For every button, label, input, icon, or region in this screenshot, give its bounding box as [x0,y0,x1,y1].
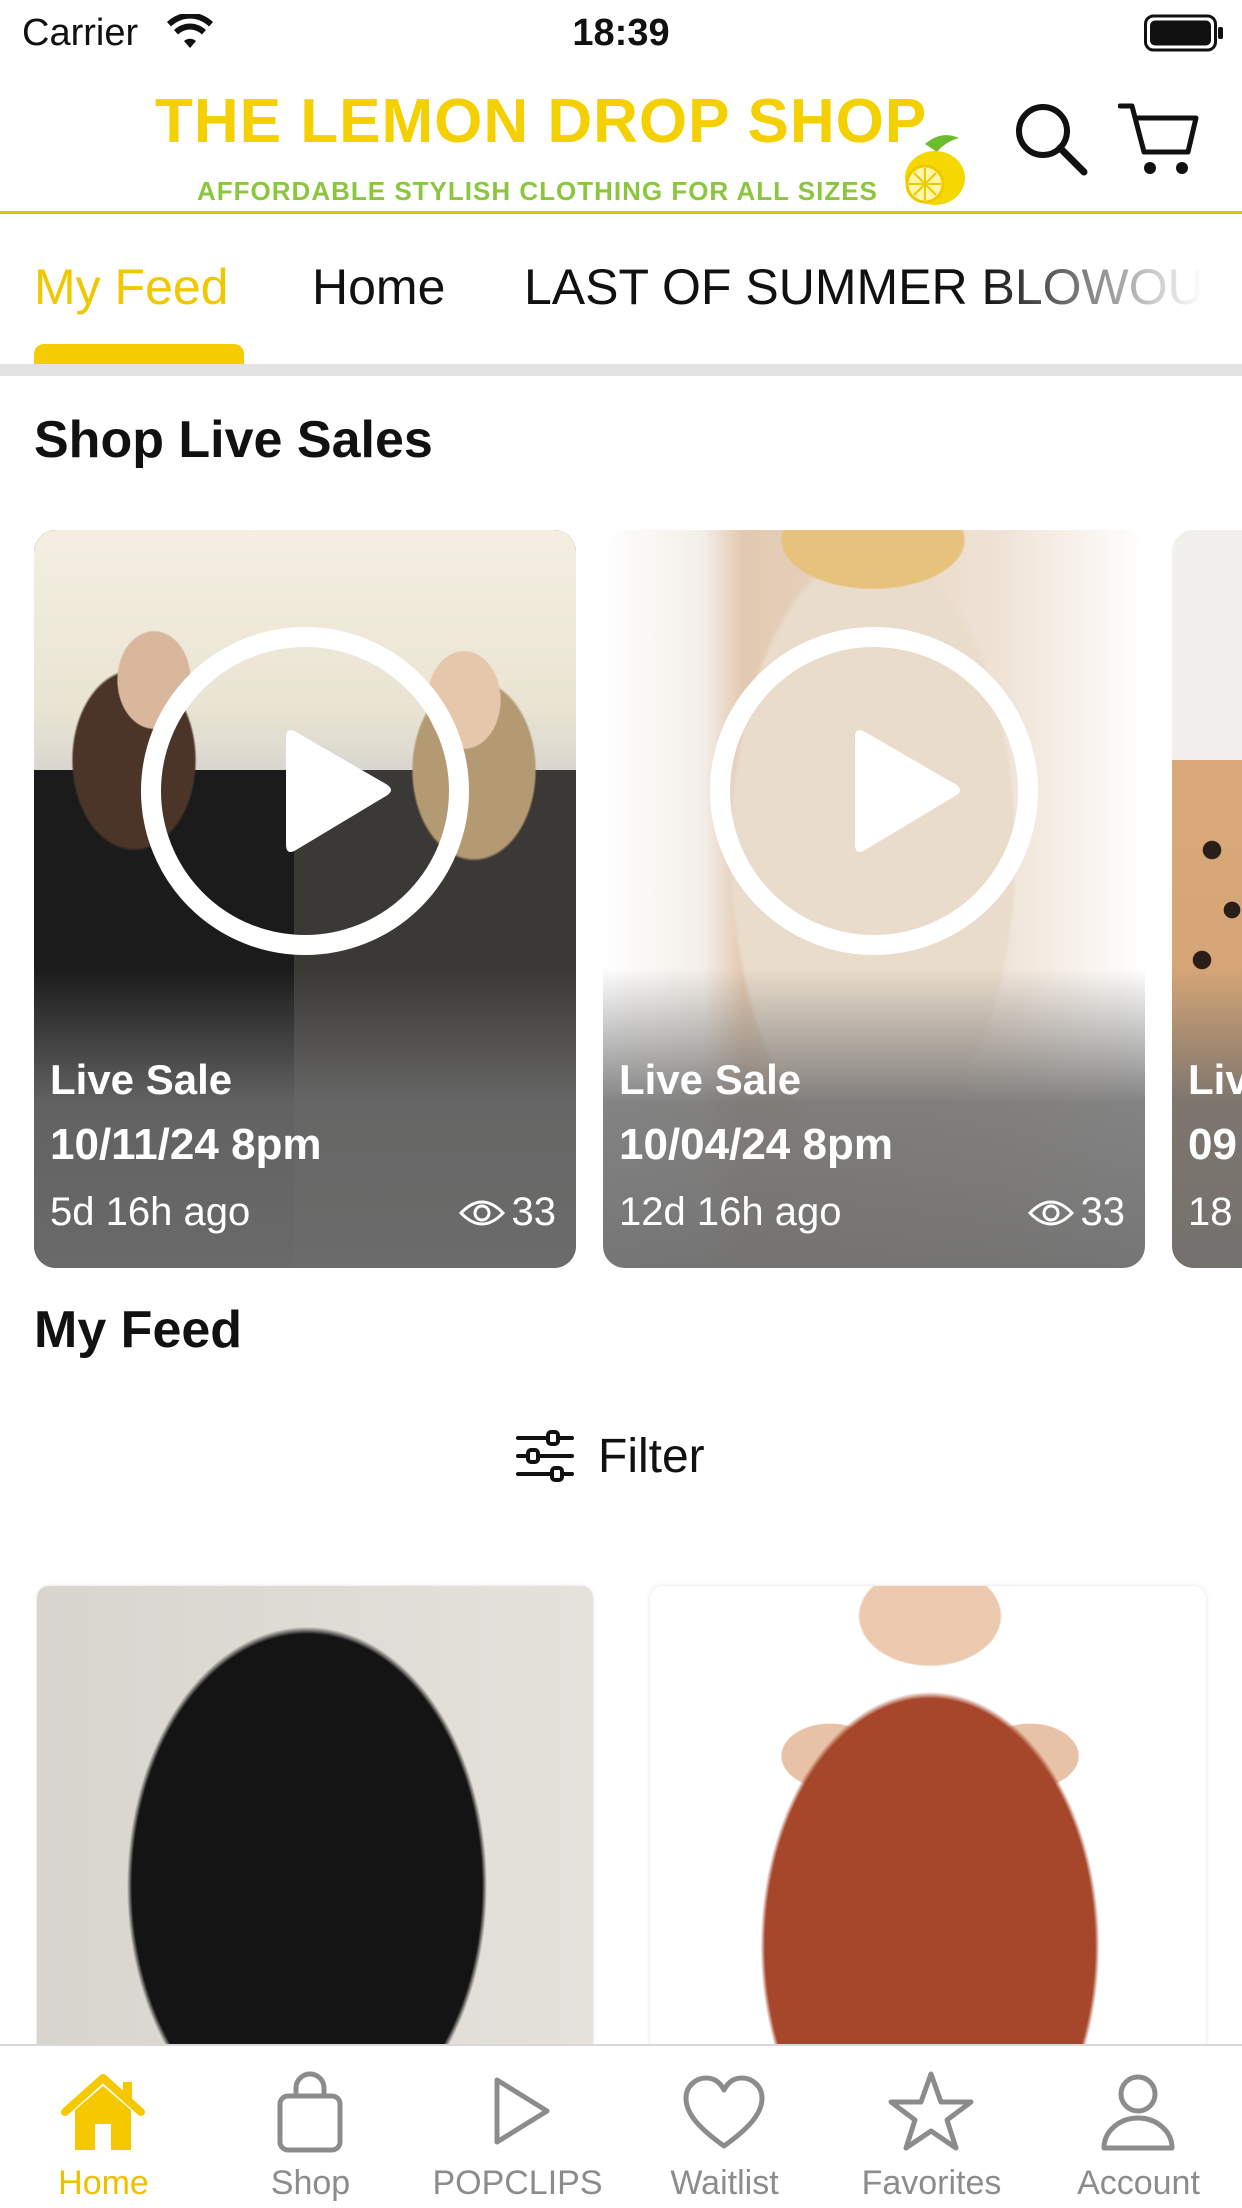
view-count: 33 [511,1190,557,1234]
nav-label: POPCLIPS [432,2164,603,2202]
nav-home[interactable]: Home [0,2046,207,2208]
nav-label: Favorites [861,2164,1002,2202]
live-sale-label: Live Sale [50,1056,233,1103]
category-tabs: My Feed Home LAST OF SUMMER BLOWOUT [0,214,1242,378]
live-sale-date: 10/04/24 8pm [619,1120,893,1169]
nav-favorites[interactable]: Favorites [828,2046,1035,2208]
home-icon [61,2074,145,2150]
live-sale-label: Live Sale [619,1056,802,1103]
tab-home[interactable]: Home [312,258,445,316]
nav-account[interactable]: Account [1035,2046,1242,2208]
active-tab-indicator [34,344,244,364]
filter-button[interactable]: Filter [514,1426,705,1486]
live-sales-title: Shop Live Sales [34,411,433,469]
status-time: 18:39 [572,12,670,54]
brand-logo[interactable]: THE LEMON DROP SHOP AFFORDABLE STYLISH C… [155,86,975,210]
play-icon[interactable] [140,626,470,956]
shopping-bag-icon [277,2071,343,2153]
person-icon [1101,2074,1175,2151]
app-header: THE LEMON DROP SHOP AFFORDABLE STYLISH C… [0,66,1242,214]
nav-label: Home [58,2164,149,2202]
tabs-divider [0,364,1242,376]
sliders-icon [516,1430,574,1482]
live-sale-card[interactable]: Live 09 18 [1172,530,1242,1268]
nav-label: Shop [270,2164,351,2202]
battery-icon [1144,14,1223,52]
my-feed-title: My Feed [34,1301,243,1359]
heart-icon [683,2075,765,2149]
play-icon[interactable] [709,626,1039,956]
product-card[interactable] [37,1586,593,2046]
logo-title: THE LEMON DROP SHOP [155,87,928,156]
nav-shop[interactable]: Shop [207,2046,414,2208]
nav-waitlist[interactable]: Waitlist [621,2046,828,2208]
live-sale-views: 33 [1027,1190,1126,1235]
live-sale-card[interactable]: Live Sale 10/11/24 8pm 5d 16h ago 33 [34,530,576,1268]
live-sale-date: 09 [1188,1120,1237,1169]
view-count: 33 [1080,1190,1126,1234]
live-sale-card[interactable]: Live Sale 10/04/24 8pm 12d 16h ago 33 [603,530,1145,1268]
live-sale-time-ago: 18 [1188,1190,1233,1234]
star-icon [888,2071,974,2151]
bottom-tab-bar: Home Shop POPCLIPS Waitlist Favorites Ac… [0,2044,1242,2208]
live-sale-date: 10/11/24 8pm [50,1120,322,1169]
nav-label: Account [1077,2164,1200,2202]
live-sale-time-ago: 5d 16h ago [50,1190,251,1234]
product-image [37,1586,593,2046]
eye-icon [1027,1200,1074,1225]
filter-label: Filter [598,1429,705,1483]
live-sales-carousel[interactable]: Live Sale 10/11/24 8pm 5d 16h ago 33 Liv… [0,530,1242,1268]
status-bar: Carrier 18:39 [0,0,1242,66]
product-image [650,1586,1206,2046]
cart-icon[interactable] [1118,98,1200,180]
nav-label: Waitlist [670,2164,779,2202]
logo-subtitle: AFFORDABLE STYLISH CLOTHING FOR ALL SIZE… [197,176,878,206]
tab-my-feed[interactable]: My Feed [34,258,229,316]
live-sale-label: Live [1188,1056,1242,1103]
live-sale-time-ago: 12d 16h ago [619,1190,842,1234]
tab-fade-overlay [982,244,1242,334]
product-card[interactable] [650,1586,1206,2046]
eye-icon [458,1200,505,1225]
search-icon[interactable] [1012,100,1088,176]
live-sale-views: 33 [458,1190,557,1235]
lemon-icon [905,135,965,205]
play-icon [494,2077,550,2145]
nav-popclips[interactable]: POPCLIPS [414,2046,621,2208]
